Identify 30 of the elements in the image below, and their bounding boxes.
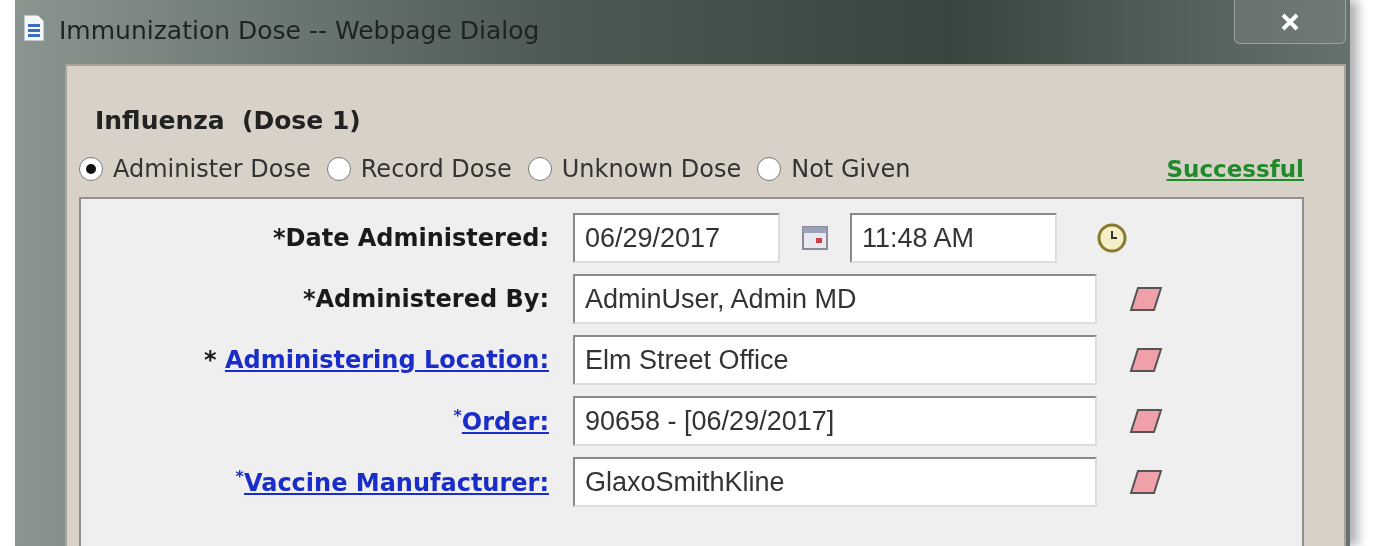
field-label[interactable]: $^{*}$Vaccine Manufacturer: <box>235 467 549 497</box>
vaccine-heading: Influenza (Dose 1) <box>94 106 362 135</box>
close-button[interactable] <box>1234 0 1346 44</box>
text-field[interactable]: 90658 - [06/29/2017] <box>573 396 1097 446</box>
field-label[interactable]: * Administering Location: <box>204 346 549 374</box>
document-icon <box>23 14 45 42</box>
radio-label: Administer Dose <box>113 155 311 183</box>
close-icon <box>1280 11 1300 32</box>
field-label: *Administered By: <box>302 285 549 313</box>
eraser-icon[interactable] <box>1129 286 1163 312</box>
eraser-icon[interactable] <box>1129 469 1163 495</box>
eraser-icon[interactable] <box>1129 347 1163 373</box>
time-field[interactable]: 11:48 AM <box>850 213 1057 263</box>
radio-button[interactable] <box>757 157 782 181</box>
radio-button[interactable] <box>79 157 103 181</box>
radio-button[interactable] <box>326 157 351 181</box>
clock-icon[interactable] <box>1097 223 1127 253</box>
window-title: Immunization Dose -- Webpage Dialog <box>59 15 540 47</box>
calendar-icon[interactable] <box>802 226 828 250</box>
radio-label: Unknown Dose <box>561 155 742 183</box>
eraser-icon[interactable] <box>1129 408 1163 434</box>
field-label: *Date Administered: <box>273 224 549 252</box>
date-field[interactable]: 06/29/2017 <box>573 213 780 263</box>
text-field[interactable]: GlaxoSmithKline <box>573 457 1097 507</box>
field-label[interactable]: $^{*}$Order: <box>453 406 549 436</box>
radio-label: Not Given <box>791 155 911 183</box>
text-field[interactable]: AdminUser, Admin MD <box>573 274 1097 324</box>
radio-button[interactable] <box>527 157 552 181</box>
radio-label: Record Dose <box>360 155 512 183</box>
text-field[interactable]: Elm Street Office <box>573 335 1097 385</box>
